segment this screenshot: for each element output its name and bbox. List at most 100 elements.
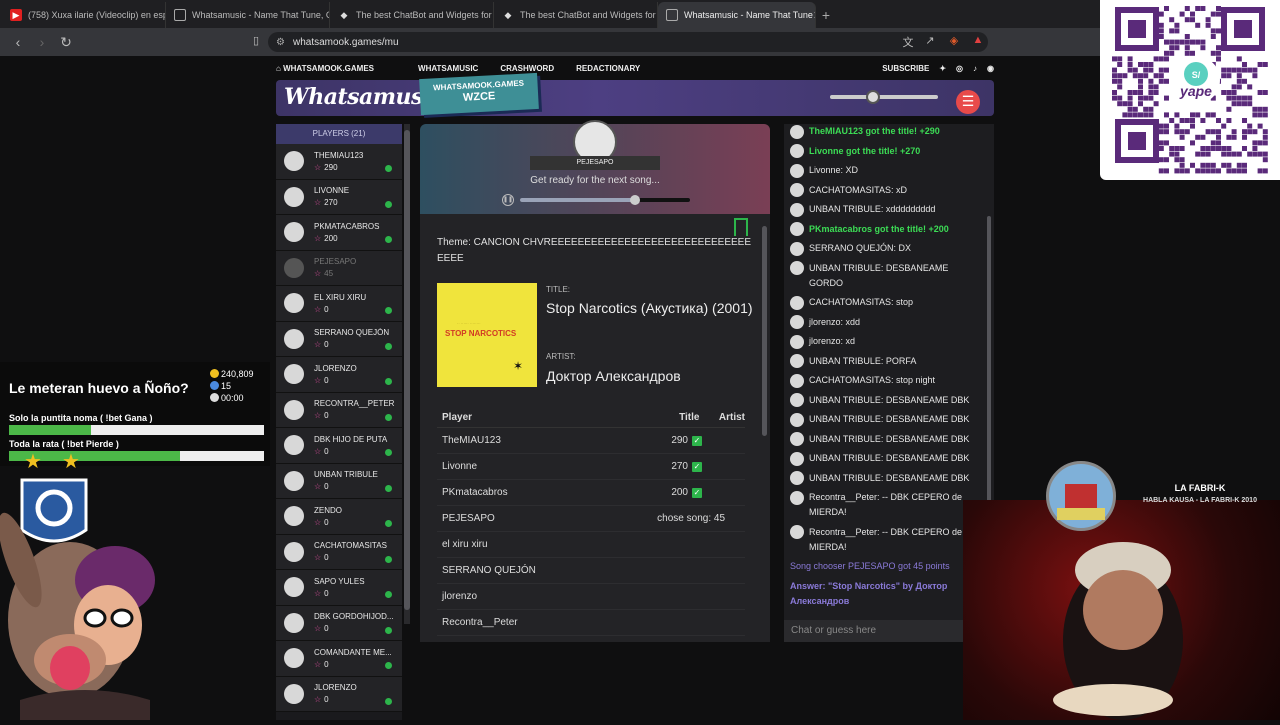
browser-tab[interactable]: ◆ The best ChatBot and Widgets for Ki: [494, 2, 658, 28]
brave-shield-icon[interactable]: ◈: [946, 34, 962, 50]
chat-message: UNBAN TRIBULE: DESBANEAME DBK: [790, 412, 980, 427]
chat-message: UNBAN TRIBULE: DESBANEAME DBK: [790, 471, 980, 486]
browser-tab[interactable]: ◆ The best ChatBot and Widgets for Ki: [330, 2, 494, 28]
song-title: Stop Narcotics (Акустика) (2001): [546, 300, 753, 316]
player-score-value: 45: [324, 269, 334, 279]
player-row[interactable]: SAPO YULES ☆ 0: [276, 570, 402, 606]
discord-icon[interactable]: ◉: [987, 64, 994, 73]
table-row: PEJESAPO chose song: 45: [437, 506, 745, 532]
player-score-value: 0: [324, 411, 329, 421]
player-score-value: 290: [324, 162, 338, 172]
nav-link-redactionary[interactable]: REDACTIONARY: [576, 64, 640, 73]
yape-qr-code: S/ yape: [1100, 0, 1280, 180]
avatar: [284, 435, 304, 456]
player-row[interactable]: COMANDANTE ME... ☆ 0: [276, 641, 402, 677]
player-row[interactable]: PKMATACABROS ☆ 200: [276, 215, 402, 251]
room-code-badge: WHATSAMOOK.GAMES WZCE: [419, 72, 539, 116]
player-score: ☆ 270: [314, 198, 394, 207]
nav-link-whatsamusic[interactable]: WHATSAMUSIC: [418, 64, 478, 73]
player-row[interactable]: UNBAN TRIBULE ☆ 0: [276, 463, 402, 499]
browser-tab[interactable]: ▶ (758) Xuxa ilarie (Videoclip) en españ: [2, 2, 166, 28]
tab-label: (758) Xuxa ilarie (Videoclip) en españ: [28, 10, 166, 20]
scrollbar-thumb[interactable]: [762, 226, 767, 436]
player-score-value: 0: [324, 517, 329, 527]
chat-message-text: Song chooser PEJESAPO got 45 points: [790, 561, 950, 571]
instagram-icon[interactable]: ◎: [956, 64, 963, 73]
subscribe-link[interactable]: SUBSCRIBE: [882, 64, 929, 73]
avatar: [790, 471, 804, 485]
player-name: ZENDO: [314, 505, 342, 515]
chat-message-text: CACHATOMASITAS: stop night: [809, 375, 936, 385]
volume-slider[interactable]: [830, 95, 938, 99]
avatar: [284, 683, 304, 704]
tiktok-icon[interactable]: ♪: [973, 64, 977, 73]
player-info: EL XIRU XIRU ☆ 0: [314, 293, 394, 314]
player-row[interactable]: CACHATOMASITAS ☆ 0: [276, 534, 402, 570]
player-row[interactable]: JLORENZO ☆ 0: [276, 357, 402, 393]
reload-icon[interactable]: ↻: [56, 34, 76, 51]
online-status-icon: [385, 662, 392, 669]
player-row[interactable]: THEMIAU123 ☆ 290: [276, 144, 402, 180]
twitter-icon[interactable]: ✦: [939, 64, 946, 73]
browser-tab-active[interactable]: Whatsamusic - Name That Tune✕: [658, 2, 816, 28]
avatar: [790, 241, 804, 256]
poll-option-1: Solo la puntita noma ( !bet Gana ): [9, 413, 153, 423]
result-player: Livonne: [442, 461, 478, 472]
avatar: [284, 541, 304, 562]
player-row[interactable]: JLORENZO ☆ 0: [276, 676, 402, 712]
translate-icon[interactable]: 文: [900, 34, 916, 50]
result-note: chose song: 45: [657, 513, 725, 524]
back-icon[interactable]: ‹: [8, 34, 28, 50]
share-icon[interactable]: ↗: [922, 34, 938, 50]
players-scrollbar[interactable]: [404, 124, 410, 624]
player-row[interactable]: EL XIRU XIRU ☆ 0: [276, 286, 402, 322]
poll-points: 240,809: [221, 369, 254, 379]
player-row[interactable]: LIVONNE ☆ 270: [276, 179, 402, 215]
scrollbar-thumb[interactable]: [404, 130, 410, 610]
bookmark-icon[interactable]: [734, 218, 748, 236]
scrollbar-thumb[interactable]: [987, 216, 991, 506]
player-row[interactable]: RECONTRA__PETER ☆ 0: [276, 392, 402, 428]
volume-knob[interactable]: [866, 90, 880, 104]
avatar: [790, 451, 804, 466]
forward-icon[interactable]: ›: [32, 34, 52, 50]
player-info: JLORENZO ☆ 0: [314, 364, 394, 385]
bookmark-icon[interactable]: ▯: [248, 34, 264, 50]
poll-option-1-fill: [9, 425, 91, 435]
player-row[interactable]: DBK HIJO DE PUTA ☆ 0: [276, 428, 402, 464]
player-score: ☆ 0: [314, 518, 394, 527]
pause-button[interactable]: ❚❚: [502, 194, 514, 206]
hamburger-menu-button[interactable]: ☰: [956, 90, 980, 114]
player-row[interactable]: ZENDO ☆ 0: [276, 499, 402, 535]
chat-message: jlorenzo: xdd: [790, 315, 980, 330]
song-scrollbar[interactable]: [762, 220, 768, 640]
browser-tab[interactable]: Whatsamusic - Name That Tune, Gue: [166, 2, 330, 28]
address-bar[interactable]: ⚙ whatsamook.games/mu: [268, 32, 988, 52]
nav-link-crashword[interactable]: CRASHWORD: [500, 64, 554, 73]
clock-icon: [210, 393, 219, 402]
star-icon: ☆: [314, 624, 322, 634]
home-link[interactable]: ⌂ WHATSAMOOK.GAMES: [276, 64, 396, 73]
chat-message: Song chooser PEJESAPO got 45 points: [790, 559, 980, 574]
chat-message-text: jlorenzo: xd: [809, 336, 856, 346]
table-row: Livonne 270 ✓: [437, 454, 745, 480]
song-progress-knob[interactable]: [630, 195, 640, 205]
chat-message: jlorenzo: xd: [790, 334, 980, 349]
players-heading: PLAYERS (21): [276, 124, 402, 144]
table-row: Recontra__Peter: [437, 610, 745, 636]
player-row[interactable]: DBK GORDOHIJOD... ☆ 0: [276, 605, 402, 641]
chat-message: Livonne got the title! +270: [790, 144, 980, 159]
rewards-icon[interactable]: ▲: [970, 34, 986, 50]
online-status-icon: [385, 555, 392, 563]
chat-message-text: UNBAN TRIBULE: xddddddddd: [809, 204, 936, 214]
player-score-value: 0: [324, 695, 329, 705]
site-info-icon[interactable]: ⚙: [276, 37, 285, 48]
player-info: PKMATACABROS ☆ 200: [314, 222, 394, 243]
table-row: jlorenzo: [437, 584, 745, 610]
player-row[interactable]: SERRANO QUEJÓN ☆ 0: [276, 321, 402, 357]
chooser-name: PEJESAPO: [530, 156, 660, 170]
song-artist: Доктор Александров: [546, 368, 681, 384]
new-tab-button[interactable]: +: [816, 2, 836, 28]
online-status-icon: [385, 236, 392, 243]
player-row[interactable]: PEJESAPO ☆ 45: [276, 250, 402, 286]
